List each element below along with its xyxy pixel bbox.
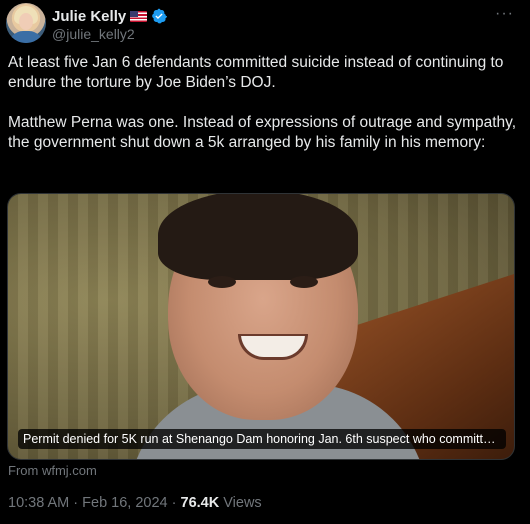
meta-separator: · <box>69 495 83 511</box>
photo-person-eye-left <box>208 276 236 288</box>
tweet-time[interactable]: 10:38 AM <box>8 495 69 511</box>
photo-person-hair <box>158 194 358 280</box>
views-count[interactable]: 76.4K <box>181 495 220 511</box>
author-handle[interactable]: @julie_kelly2 <box>52 26 135 42</box>
link-card-caption[interactable]: Permit denied for 5K run at Shenango Dam… <box>18 429 506 449</box>
more-options-icon[interactable]: ··· <box>495 5 514 23</box>
photo-person-eye-right <box>290 276 318 288</box>
tweet-date[interactable]: Feb 16, 2024 <box>82 495 167 511</box>
tweet-text: At least five Jan 6 defendants committed… <box>8 53 524 153</box>
tweet-paragraph-1: At least five Jan 6 defendants committed… <box>8 54 504 91</box>
avatar[interactable] <box>6 3 46 43</box>
author-name[interactable]: Julie Kelly <box>52 8 126 25</box>
meta-separator: · <box>167 495 181 511</box>
views-label: Views <box>219 495 262 511</box>
tweet-meta: 10:38 AM · Feb 16, 2024 · 76.4K Views <box>8 495 262 511</box>
link-card-image[interactable]: Permit denied for 5K run at Shenango Dam… <box>7 193 515 460</box>
author-name-row: Julie Kelly <box>52 7 168 25</box>
link-card-source[interactable]: From wfmj.com <box>8 463 97 478</box>
verified-badge-icon[interactable] <box>151 8 168 24</box>
tweet-paragraph-2: Matthew Perna was one. Instead of expres… <box>8 114 517 151</box>
tweet-header: Julie Kelly @julie_kelly2 ··· <box>6 3 524 43</box>
us-flag-icon <box>130 10 148 22</box>
